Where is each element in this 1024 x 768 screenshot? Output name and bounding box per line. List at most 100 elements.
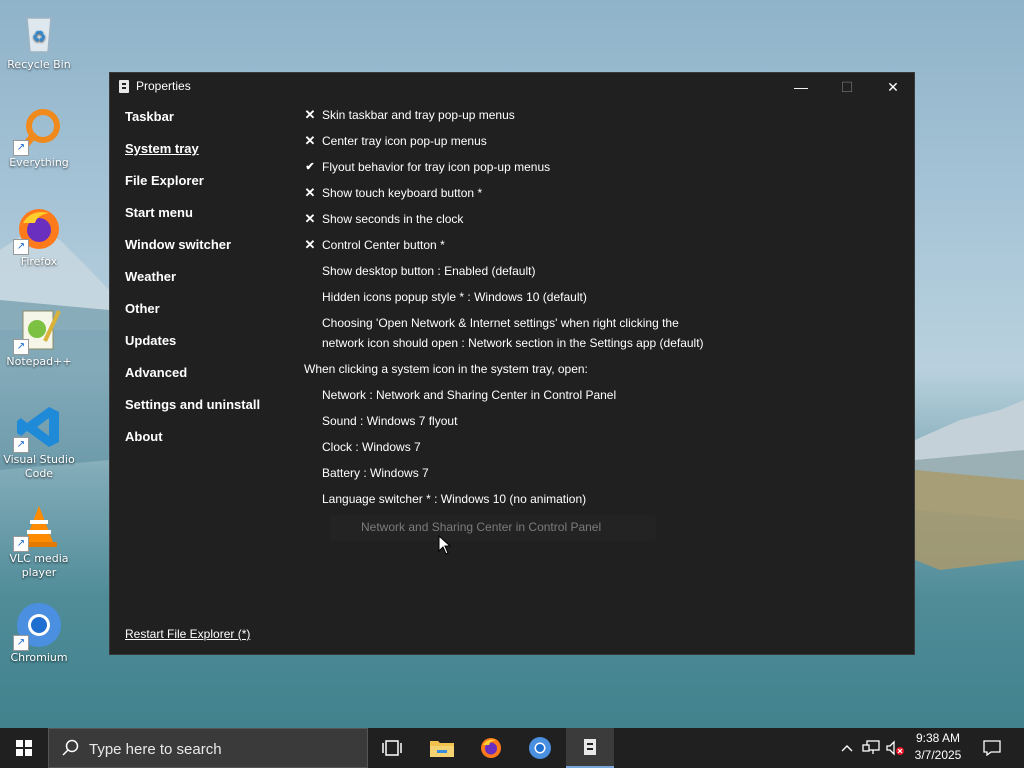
taskbar: 9:38 AM 3/7/2025	[0, 728, 1024, 768]
setting-touch-keyboard[interactable]: ✕ Show touch keyboard button *	[303, 185, 903, 211]
properties-app-icon	[119, 80, 129, 93]
firefox-icon: ↗	[13, 205, 63, 255]
recycle-bin-icon: ♻	[15, 8, 63, 56]
taskbar-search[interactable]	[48, 728, 368, 768]
clock-time: 9:38 AM	[915, 731, 961, 745]
desktop-icon-everything[interactable]: ↗ Everything	[2, 106, 76, 170]
setting-label: Show touch keyboard button *	[322, 186, 483, 200]
desktop-icon-vlc[interactable]: ↗ VLC media player	[2, 502, 76, 580]
svg-text:♻: ♻	[32, 27, 46, 46]
shortcut-arrow-icon: ↗	[13, 239, 29, 255]
taskbar-properties-window[interactable]	[566, 728, 614, 768]
minimize-button[interactable]: —	[778, 73, 824, 101]
clock-date: 3/7/2025	[914, 748, 962, 762]
system-tray-settings: ✕ Skin taskbar and tray pop-up menus ✕ C…	[303, 107, 903, 517]
setting-label: Hidden icons popup style * : Windows 10 …	[322, 290, 587, 304]
volume-tray-button[interactable]	[884, 728, 906, 768]
desktop-icon-label: Chromium	[10, 651, 68, 664]
setting-hidden-icons-style[interactable]: Hidden icons popup style * : Windows 10 …	[303, 289, 903, 315]
nav-item-about[interactable]: About	[125, 429, 260, 461]
nav-item-system-tray[interactable]: System tray	[125, 141, 260, 173]
nav-item-advanced[interactable]: Advanced	[125, 365, 260, 397]
setting-network-settings-target[interactable]: Choosing 'Open Network & Internet settin…	[303, 313, 903, 359]
network-tray-button[interactable]	[860, 728, 882, 768]
setting-label: Language switcher * : Windows 10 (no ani…	[322, 492, 587, 506]
setting-label: Battery : Windows 7	[322, 466, 429, 480]
desktop-icon-notepadpp[interactable]: ↗ Notepad++	[2, 305, 76, 369]
setting-clock-click[interactable]: Clock : Windows 7	[303, 439, 903, 465]
setting-clock-seconds[interactable]: ✕ Show seconds in the clock	[303, 211, 903, 237]
setting-label: Sound : Windows 7 flyout	[322, 414, 458, 428]
vlc-cone-icon: ↗	[13, 502, 63, 552]
maximize-button[interactable]: ☐	[824, 73, 870, 101]
desktop-icon-vscode[interactable]: ↗ Visual Studio Code	[2, 403, 76, 481]
nav-item-taskbar[interactable]: Taskbar	[125, 109, 260, 141]
setting-control-center[interactable]: ✕ Control Center button *	[303, 237, 903, 263]
search-icon	[62, 739, 79, 756]
settings-navigation: Taskbar System tray File Explorer Start …	[125, 109, 260, 461]
setting-label: Show seconds in the clock	[322, 212, 464, 226]
setting-label: Control Center button *	[322, 238, 445, 252]
nav-item-settings-uninstall[interactable]: Settings and uninstall	[125, 397, 260, 429]
windows-logo-icon	[16, 740, 32, 756]
taskbar-file-explorer[interactable]	[418, 728, 466, 768]
taskbar-firefox[interactable]	[467, 728, 515, 768]
start-button[interactable]	[0, 728, 48, 768]
setting-language-switcher[interactable]: Language switcher * : Windows 10 (no ani…	[303, 491, 903, 517]
show-hidden-icons-button[interactable]	[836, 728, 858, 768]
desktop-icon-recycle-bin[interactable]: ♻ Recycle Bin	[2, 8, 76, 72]
nav-item-weather[interactable]: Weather	[125, 269, 260, 301]
desktop-icon-label: Firefox	[20, 255, 58, 268]
setting-sound-click[interactable]: Sound : Windows 7 flyout	[303, 413, 903, 439]
desktop-icon-label: Notepad++	[6, 355, 72, 368]
setting-network-click[interactable]: Network : Network and Sharing Center in …	[303, 387, 903, 413]
setting-label: Skin taskbar and tray pop-up menus	[322, 108, 515, 122]
setting-battery-click[interactable]: Battery : Windows 7	[303, 465, 903, 491]
restart-file-explorer-link[interactable]: Restart File Explorer (*)	[125, 627, 250, 641]
setting-label-line-2: network icon should open : Network secti…	[322, 336, 704, 350]
task-view-button[interactable]	[368, 728, 416, 768]
desktop-icon-chromium[interactable]: ↗ Chromium	[2, 601, 76, 665]
nav-item-start-menu[interactable]: Start menu	[125, 205, 260, 237]
folder-icon	[430, 741, 454, 757]
chevron-up-icon	[841, 745, 853, 752]
setting-label: Flyout behavior for tray icon pop-up men…	[322, 160, 551, 174]
window-titlebar[interactable]: Properties — ☐ ✕	[110, 73, 914, 101]
close-button[interactable]: ✕	[870, 73, 916, 101]
network-icon	[862, 740, 880, 754]
setting-label: Show desktop button : Enabled (default)	[322, 264, 536, 278]
nav-item-updates[interactable]: Updates	[125, 333, 260, 365]
shortcut-arrow-icon: ↗	[13, 635, 29, 651]
setting-label: Clock : Windows 7	[322, 440, 421, 454]
setting-label: Network : Network and Sharing Center in …	[322, 388, 617, 402]
setting-skin-menus[interactable]: ✕ Skin taskbar and tray pop-up menus	[303, 107, 903, 133]
everything-search-icon: ↗	[13, 106, 63, 156]
desktop-icon-label: Recycle Bin	[7, 58, 71, 71]
notification-center-button[interactable]	[978, 728, 1006, 768]
setting-label-line-1: Choosing 'Open Network & Internet settin…	[322, 316, 679, 330]
vscode-icon: ↗	[13, 403, 63, 453]
shortcut-arrow-icon: ↗	[13, 536, 29, 552]
nav-item-window-switcher[interactable]: Window switcher	[125, 237, 260, 269]
shortcut-arrow-icon: ↗	[13, 437, 29, 453]
check-mark-icon: ✔	[305, 161, 315, 173]
taskbar-chromium[interactable]	[516, 728, 564, 768]
chromium-icon	[529, 737, 551, 759]
taskbar-clock[interactable]: 9:38 AM 3/7/2025	[906, 730, 970, 766]
nav-item-file-explorer[interactable]: File Explorer	[125, 173, 260, 205]
desktop-icon-firefox[interactable]: ↗ Firefox	[2, 205, 76, 269]
search-input[interactable]	[87, 737, 361, 761]
volume-muted-icon	[886, 740, 904, 756]
section-heading: When clicking a system icon in the syste…	[304, 362, 588, 376]
setting-flyout-behavior[interactable]: ✔ Flyout behavior for tray icon pop-up m…	[303, 159, 903, 185]
notification-icon	[983, 740, 1001, 756]
task-view-icon	[382, 740, 402, 756]
x-mark-icon: ✕	[304, 107, 316, 122]
setting-center-menus[interactable]: ✕ Center tray icon pop-up menus	[303, 133, 903, 159]
window-title: Properties	[136, 79, 191, 93]
setting-show-desktop[interactable]: Show desktop button : Enabled (default)	[303, 263, 903, 289]
nav-item-other[interactable]: Other	[125, 301, 260, 333]
setting-label: Center tray icon pop-up menus	[322, 134, 487, 148]
properties-window: Properties — ☐ ✕ Taskbar System tray Fil…	[109, 72, 915, 655]
popup-menu-item[interactable]: Network and Sharing Center in Control Pa…	[330, 515, 656, 541]
